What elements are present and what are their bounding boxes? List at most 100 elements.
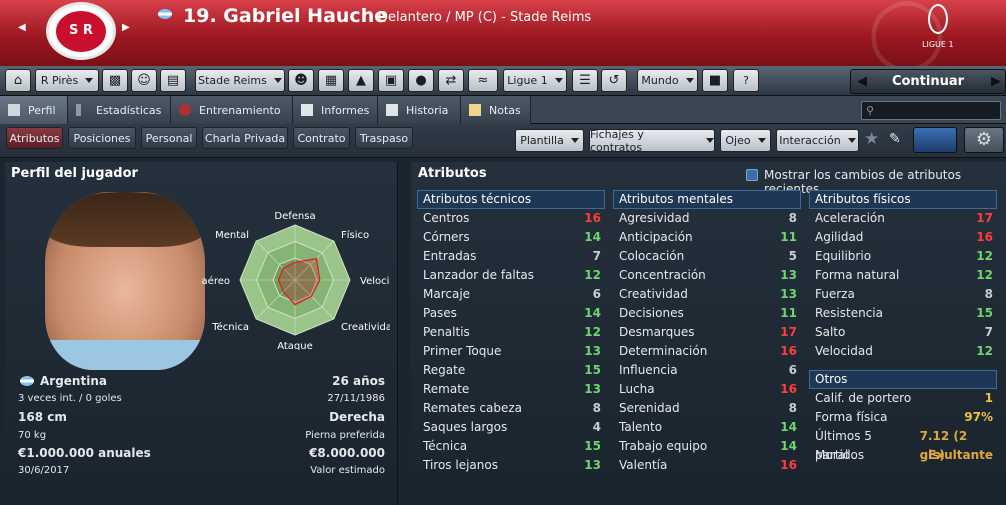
radar-label: Creatividad — [341, 322, 390, 333]
contract-end: 30/6/2017 — [18, 465, 70, 476]
subnav-charla-privada[interactable]: Charla Privada — [202, 127, 288, 149]
manager-dropdown[interactable]: R Pirès — [35, 69, 99, 92]
tab-entrenamiento[interactable]: Entrenamiento — [171, 96, 293, 124]
squad-button[interactable]: ☻ — [288, 69, 314, 92]
attribute-name: Remates cabeza — [423, 401, 522, 415]
other-header: Otros — [809, 370, 997, 389]
attribute-value: 13 — [584, 382, 601, 396]
star-icon[interactable]: ★ — [864, 129, 879, 149]
attribute-value: 7 — [592, 249, 601, 263]
attribute-name: Anticipación — [619, 230, 693, 244]
rules-button[interactable]: ↺ — [601, 69, 627, 92]
attribute-name: Lanzador de faltas — [423, 268, 535, 282]
attribute-value: 13 — [780, 268, 797, 282]
tab-perfil[interactable]: Perfil — [0, 96, 68, 124]
tab-historia[interactable]: Historia — [378, 96, 461, 124]
attribute-row: Anticipación 11 — [613, 228, 801, 247]
radar-label: Juego aéreo — [200, 275, 230, 287]
subnav-contrato[interactable]: Contrato — [293, 127, 350, 149]
attribute-radar-chart: Defensa Físico Velocidad Creatividad Ataque T… — [200, 211, 390, 350]
profile-title: Perfil del jugador — [11, 166, 138, 181]
subnav-traspaso[interactable]: Traspaso — [355, 127, 413, 149]
next-player-icon[interactable]: ▶ — [122, 22, 130, 33]
attribute-value: 8 — [788, 211, 797, 225]
attribute-value: 15 — [976, 306, 993, 320]
forward-arrow-icon[interactable]: ▶ — [991, 70, 1001, 93]
attribute-value: 12 — [976, 249, 993, 263]
prev-player-icon[interactable]: ◀ — [18, 22, 26, 33]
cone-icon: ▲ — [356, 73, 366, 88]
tab-notas[interactable]: Notas — [461, 96, 531, 124]
attribute-row: Agilidad 16 — [809, 228, 997, 247]
back-arrow-icon[interactable]: ◀ — [857, 70, 867, 93]
attribute-row: Desmarques 17 — [613, 323, 801, 342]
plantilla-dropdown[interactable]: Plantilla — [515, 129, 584, 152]
ojeo-dropdown[interactable]: Ojeo — [720, 129, 771, 152]
notepad-icon[interactable]: ✎ — [889, 131, 901, 147]
staff-button[interactable]: ☺ — [131, 69, 157, 92]
subnav-atributos[interactable]: Atributos — [6, 127, 63, 149]
transfers-button[interactable]: ⇄ — [438, 69, 464, 92]
view-toggle-button[interactable] — [913, 127, 957, 153]
mental-header: Atributos mentales — [613, 190, 801, 209]
finance-button[interactable]: ▣ — [378, 69, 404, 92]
book-icon — [386, 104, 398, 116]
physical-header: Atributos físicos — [809, 190, 997, 209]
attribute-name: Desmarques — [619, 325, 695, 339]
attribute-value: 16 — [780, 458, 797, 472]
fixtures-button[interactable]: ☰ — [572, 69, 598, 92]
stats-button[interactable]: ≈ — [468, 69, 498, 92]
radar-label: Defensa — [274, 211, 315, 222]
awards-button[interactable]: ■ — [702, 69, 728, 92]
attribute-name: Marcaje — [423, 287, 471, 301]
tab-estadisticas[interactable]: Estadísticas — [68, 96, 171, 124]
attribute-value: 12 — [584, 325, 601, 339]
attribute-value: 8 — [984, 287, 993, 301]
subnav-personal[interactable]: Personal — [141, 127, 197, 149]
tab-informes[interactable]: Informes — [293, 96, 378, 124]
notes-button[interactable]: ▤ — [160, 69, 186, 92]
attribute-name: Entradas — [423, 249, 477, 263]
attribute-value: 11 — [780, 230, 797, 244]
attribute-value: 4 — [592, 420, 601, 434]
attribute-value: 12 — [976, 344, 993, 358]
search-input[interactable]: ⚲ — [861, 101, 1001, 120]
inbox-button[interactable]: ▩ — [102, 69, 128, 92]
attribute-name: Talento — [619, 420, 663, 434]
home-button[interactable]: ⌂ — [5, 69, 31, 92]
attribute-name: Tiros lejanos — [423, 458, 498, 472]
scouting-button[interactable]: ● — [408, 69, 434, 92]
fichajes-dropdown[interactable]: Fichajes y contratos — [589, 128, 715, 154]
attribute-name: Concentración — [619, 268, 706, 282]
mental-attributes: Atributos mentales Agresividad 8 Anticipac… — [613, 190, 801, 475]
attribute-row: Entradas 7 — [417, 247, 605, 266]
attribute-value: 16 — [780, 344, 797, 358]
attribute-value: 13 — [780, 287, 797, 301]
recent-changes-checkbox[interactable] — [746, 169, 758, 181]
attribute-value: 14 — [584, 230, 601, 244]
attribute-name: Influencia — [619, 363, 678, 377]
attribute-row: Técnica 15 — [417, 437, 605, 456]
attribute-name: Centros — [423, 211, 470, 225]
training-button[interactable]: ▲ — [348, 69, 374, 92]
attribute-name: Creatividad — [619, 287, 688, 301]
market-value: €8.000.000 — [309, 446, 385, 460]
tactics-button[interactable]: ▦ — [318, 69, 344, 92]
subnav-posiciones[interactable]: Posiciones — [68, 127, 136, 149]
technical-header: Atributos técnicos — [417, 190, 605, 209]
interaccion-dropdown[interactable]: Interacción — [776, 129, 859, 152]
attribute-row: Lucha 16 — [613, 380, 801, 399]
attribute-value: 14 — [780, 439, 797, 453]
attribute-row: Forma física 97% — [809, 408, 997, 427]
attribute-row: Fuerza 8 — [809, 285, 997, 304]
settings-gear-icon[interactable]: ⚙ — [964, 127, 1004, 153]
club-dropdown[interactable]: Stade Reims — [195, 69, 285, 92]
help-button[interactable]: ? — [733, 69, 759, 92]
continue-button[interactable]: ◀ Continuar ▶ — [850, 69, 1006, 94]
radar-label: Físico — [341, 229, 369, 241]
attribute-row: Agresividad 8 — [613, 209, 801, 228]
attribute-value: 7.12 (2 gls) — [919, 429, 968, 462]
world-dropdown[interactable]: Mundo — [637, 69, 698, 92]
attribute-value: 15 — [584, 439, 601, 453]
league-dropdown[interactable]: Ligue 1 — [503, 69, 567, 92]
